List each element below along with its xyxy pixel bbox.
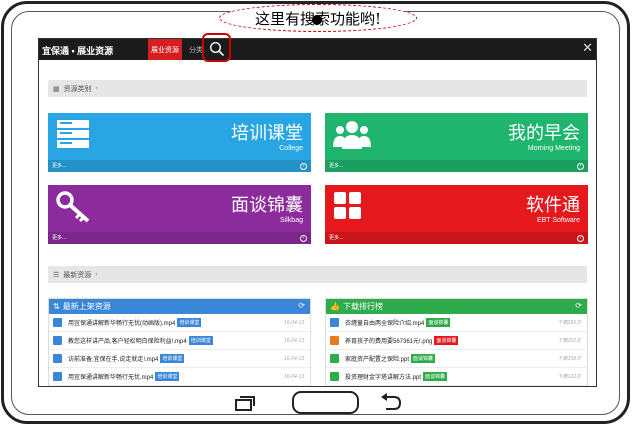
tile-title: 我的早会	[508, 123, 580, 143]
section-resource-category[interactable]: ▦ 资源类别 ›	[48, 80, 587, 97]
arrow-right-icon[interactable]: ›	[300, 235, 307, 242]
list-icon: ☰	[53, 271, 60, 279]
category-tag: 培训课堂	[188, 336, 213, 345]
list-item[interactable]: 家庭资产配置之保险.ppt 面谈锦囊 下载158次	[326, 350, 587, 368]
key-icon	[56, 191, 90, 223]
item-date: 16-04-13	[283, 337, 304, 344]
back-icon[interactable]	[380, 393, 402, 411]
home-button[interactable]	[292, 391, 359, 414]
list-item[interactable]: 用宜保通讲解新华畅行无忧(动画版).mp4 培训课堂 16-04-13	[49, 314, 310, 332]
film-icon	[330, 318, 339, 327]
category-tag: 培训课堂	[155, 372, 180, 381]
list-item[interactable]: 衣缠童自由两全保险介绍.mp4 面谈锦囊 下载226次	[326, 314, 587, 332]
chart-file-icon	[330, 354, 339, 363]
image-icon	[330, 336, 339, 345]
search-highlight-box	[202, 33, 231, 62]
category-tag: 培训课堂	[160, 354, 185, 363]
server-icon	[57, 120, 89, 148]
app-screen: 宜保通 • 展业资源 展业资源 分类 ✕ ▦ 资源类别 › 培训课堂 Colle…	[38, 38, 597, 387]
people-icon	[333, 121, 371, 149]
top-bar: 宜保通 • 展业资源 展业资源 分类 ✕	[39, 39, 596, 60]
section-latest-resources[interactable]: ☰ 最新资源 ›	[48, 266, 587, 283]
category-tag: 面谈锦囊	[423, 372, 448, 381]
item-name: 访前准备:宜保在手,说走就走!.mp4	[68, 357, 159, 363]
tile-training[interactable]: 培训课堂 College 更多... ›	[48, 113, 311, 172]
tile-silkbag[interactable]: 面谈锦囊 Silkbag 更多... ›	[48, 185, 311, 244]
tile-more-link[interactable]: 更多...	[48, 160, 311, 172]
sort-icon: ⇅	[53, 302, 60, 311]
item-name: 用宜保通讲解新华畅行无忧.mp4	[68, 375, 154, 381]
thumbs-up-icon: 👍	[330, 302, 340, 311]
arrow-right-icon[interactable]: ›	[577, 163, 584, 170]
chart-file-icon	[330, 372, 339, 381]
chevron-right-icon: ›	[95, 271, 98, 278]
panel-download-ranking: 👍 下载排行榜 ⟳ 衣缠童自由两全保险介绍.mp4 面谈锦囊 下载226次 养育…	[325, 298, 588, 386]
item-name: 投资理财金字塔讲解方法.ppt	[345, 375, 422, 381]
list-item[interactable]: 用宜保通讲解新华畅行无忧.mp4 培训课堂 16-04-13	[49, 368, 310, 386]
tile-more-link[interactable]: 更多...	[325, 232, 588, 244]
panel-title: 下载排行榜	[342, 302, 383, 311]
recent-apps-icon[interactable]	[234, 396, 256, 411]
grid-small-icon: ▦	[53, 85, 60, 93]
section-label: 最新资源	[63, 271, 92, 279]
chevron-right-icon: ›	[95, 85, 98, 92]
tile-subtitle: EBT Software	[536, 217, 580, 224]
item-name: 用宜保通讲解新华畅行无忧(动画版).mp4	[68, 321, 176, 327]
list-item[interactable]: 养育孩子的费用要567361元!.png 面谈锦囊 下载162次	[326, 332, 587, 350]
panel-header: 👍 下载排行榜 ⟳	[326, 299, 587, 314]
tile-more-link[interactable]: 更多...	[48, 232, 311, 244]
download-count: 下载158次	[557, 356, 581, 362]
panel-header: ⇅ 最新上架资源 ⟳	[49, 299, 310, 314]
category-tag: 培训课堂	[177, 318, 202, 327]
film-icon	[53, 318, 62, 327]
app-brand: 宜保通 • 展业资源	[42, 46, 114, 56]
list-item[interactable]: 投资理财金字塔讲解方法.ppt 面谈锦囊 下载122次	[326, 368, 587, 386]
download-count: 下载226次	[557, 320, 581, 326]
item-name: 家庭资产配置之保险.ppt	[345, 357, 410, 363]
item-date: 16-04-13	[283, 373, 304, 380]
tile-subtitle: Morning Meeting	[527, 145, 580, 152]
film-icon	[53, 372, 62, 381]
arrow-right-icon[interactable]: ›	[300, 163, 307, 170]
category-tag: 面谈锦囊	[434, 336, 459, 345]
list-item[interactable]: 访前准备:宜保在手,说走就走!.mp4 培训课堂 16-04-13	[49, 350, 310, 368]
film-icon	[53, 336, 62, 345]
panel-title: 最新上架资源	[62, 302, 111, 311]
refresh-icon[interactable]: ⟳	[298, 301, 305, 310]
tab-resources[interactable]: 展业资源	[148, 39, 182, 60]
tile-more-link[interactable]: 更多...	[325, 160, 588, 172]
refresh-icon[interactable]: ⟳	[575, 301, 582, 310]
tile-subtitle: College	[279, 145, 303, 152]
list-item[interactable]: 教您这样讲产品,客户轻松明白保险利益!.mp4 培训课堂 16-04-13	[49, 332, 310, 350]
item-name: 衣缠童自由两全保险介绍.mp4	[345, 321, 425, 327]
category-tag: 面谈锦囊	[426, 318, 451, 327]
tab-resources-label: 展业资源	[151, 46, 179, 54]
tile-software[interactable]: 软件通 EBT Software 更多... ›	[325, 185, 588, 244]
tile-title: 培训课堂	[231, 123, 303, 143]
download-count: 下载162次	[557, 338, 581, 344]
grid-icon	[334, 192, 361, 219]
tab-category[interactable]: 分类	[189, 45, 203, 55]
tile-title: 软件通	[526, 195, 580, 215]
close-icon[interactable]: ✕	[582, 41, 593, 55]
tile-subtitle: Silkbag	[280, 217, 303, 224]
section-label: 资源类别	[63, 85, 92, 93]
tile-title: 面谈锦囊	[231, 195, 303, 215]
tile-morning-meeting[interactable]: 我的早会 Morning Meeting 更多... ›	[325, 113, 588, 172]
category-tag: 面谈锦囊	[411, 354, 436, 363]
item-name: 教您这样讲产品,客户轻松明白保险利益!.mp4	[68, 339, 187, 345]
callout-pointer-dot	[312, 15, 322, 25]
download-count: 下载122次	[557, 374, 581, 380]
item-date: 16-04-13	[283, 319, 304, 326]
item-name: 养育孩子的费用要567361元!.png	[345, 339, 433, 345]
item-date: 16-04-13	[283, 355, 304, 362]
arrow-right-icon[interactable]: ›	[577, 235, 584, 242]
film-icon	[53, 354, 62, 363]
panel-latest-uploads: ⇅ 最新上架资源 ⟳ 用宜保通讲解新华畅行无忧(动画版).mp4 培训课堂 16…	[48, 298, 311, 386]
